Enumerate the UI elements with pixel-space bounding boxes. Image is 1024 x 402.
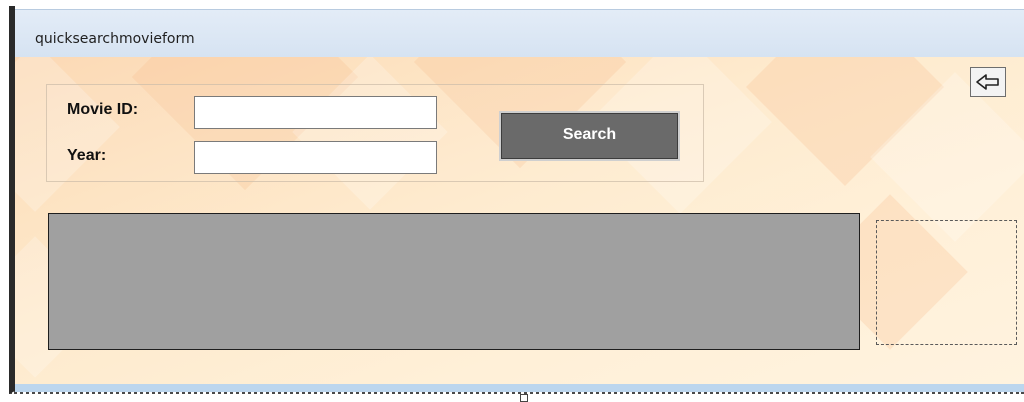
movie-id-input[interactable] [194,96,437,129]
form-window: quicksearchmovieform Movie ID: Year: Sea… [15,9,1024,392]
resize-handle[interactable] [520,394,528,402]
results-grid[interactable] [48,213,860,350]
back-arrow-icon [976,74,999,90]
year-label: Year: [67,147,107,164]
form-bottom-edge [15,384,1024,392]
movie-id-label: Movie ID: [67,101,139,118]
search-button[interactable]: Search [501,113,678,159]
window-title: quicksearchmovieform [35,31,195,47]
title-bar: quicksearchmovieform [15,10,1024,57]
form-client-area: Movie ID: Year: Search [15,57,1024,384]
designer-canvas: quicksearchmovieform Movie ID: Year: Sea… [0,0,1024,402]
poster-picture-box [876,220,1017,345]
back-button[interactable] [970,67,1006,97]
year-input[interactable] [194,141,437,174]
